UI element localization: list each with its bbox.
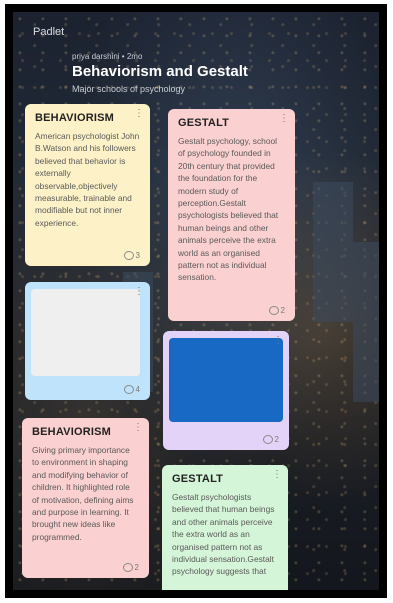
comment-count[interactable]: 3 [123, 251, 140, 260]
post-body: American psychologist John B.Watson and … [35, 131, 140, 228]
post-title: BEHAVIORISM [32, 426, 112, 438]
comment-bubble-icon [122, 563, 133, 572]
author-and-time: priya darshini • 2mo [72, 52, 143, 61]
background-building [313, 182, 353, 322]
comment-bubble-icon [262, 435, 273, 444]
comment-count-value: 2 [274, 435, 279, 444]
post-card[interactable]: ⋮ BEHAVIORISM Giving primary importance … [22, 418, 149, 578]
comment-count-value: 3 [135, 251, 140, 260]
post-body: Gestalt psychology, school of psychology… [178, 136, 279, 283]
post-card[interactable]: ⋮ GESTALT Gestalt psychologists believed… [162, 465, 288, 590]
page-title: Behaviorism and Gestalt [72, 63, 248, 80]
post-attachment-preview[interactable] [31, 289, 140, 376]
post-body: Gestalt psychologists believed that huma… [172, 492, 275, 577]
comment-count[interactable]: 4 [123, 385, 140, 394]
comment-count-value: 4 [135, 385, 140, 394]
post-title: BEHAVIORISM [35, 112, 115, 124]
background-building [353, 242, 379, 402]
padlet-logo[interactable]: Padlet [33, 26, 64, 38]
comment-bubble-icon [268, 306, 279, 315]
post-title: GESTALT [178, 117, 230, 129]
more-options-icon[interactable]: ⋮ [272, 470, 282, 480]
comment-count-value: 2 [280, 306, 285, 315]
post-card[interactable]: ⋮ 2 [163, 331, 289, 450]
post-card[interactable]: ⋮ GESTALT Gestalt psychology, school of … [168, 109, 295, 321]
post-card[interactable]: ⋮ 4 [25, 282, 150, 400]
more-options-icon[interactable]: ⋮ [134, 109, 144, 119]
comment-count[interactable]: 2 [268, 306, 285, 315]
post-title: GESTALT [172, 473, 224, 485]
more-options-icon[interactable]: ⋮ [133, 423, 143, 433]
post-attachment-preview[interactable] [169, 338, 283, 422]
post-card[interactable]: ⋮ BEHAVIORISM American psychologist John… [25, 104, 150, 266]
more-options-icon[interactable]: ⋮ [134, 287, 144, 297]
comment-count[interactable]: 2 [122, 563, 139, 572]
page-subtitle: Major schools of psychology [72, 84, 186, 94]
padlet-board[interactable]: Padlet priya darshini • 2mo Behaviorism … [13, 12, 379, 590]
comment-count[interactable]: 2 [262, 435, 279, 444]
comment-bubble-icon [123, 385, 134, 394]
comment-count-value: 2 [134, 563, 139, 572]
more-options-icon[interactable]: ⋮ [273, 336, 283, 346]
more-options-icon[interactable]: ⋮ [279, 114, 289, 124]
screenshot-frame: Padlet priya darshini • 2mo Behaviorism … [5, 4, 387, 598]
post-body: Giving primary importance to environment… [32, 445, 134, 542]
comment-bubble-icon [123, 251, 134, 260]
